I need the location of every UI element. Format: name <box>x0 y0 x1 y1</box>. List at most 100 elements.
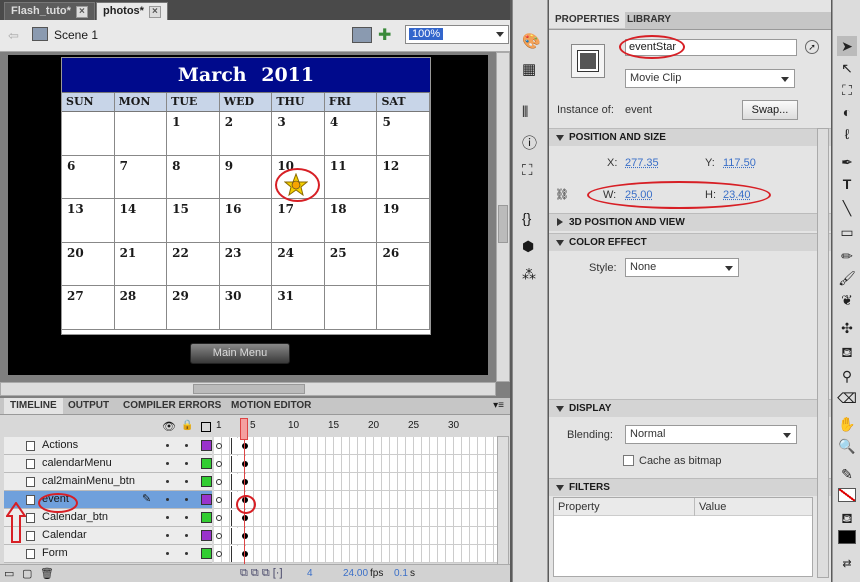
style-select[interactable]: None <box>625 258 739 277</box>
layer-row[interactable]: Calendar <box>4 527 212 545</box>
y-value[interactable]: 117.50 <box>723 157 756 169</box>
lock-dot[interactable] <box>185 498 188 501</box>
code-snippets-icon[interactable]: {} <box>522 210 540 228</box>
edit-symbol-icon[interactable]: ➚ <box>805 40 819 54</box>
zoom-select[interactable]: 100% <box>405 25 509 44</box>
tab-output[interactable]: OUTPUT <box>62 398 115 414</box>
layer-row[interactable]: calendarMenu <box>4 455 212 473</box>
frame-row[interactable] <box>214 509 498 527</box>
rectangle-tool-icon[interactable]: ▭ <box>837 222 857 242</box>
frame-row[interactable] <box>214 491 498 509</box>
deco-tool-icon[interactable]: ❦ <box>837 290 857 310</box>
eye-icon[interactable]: 👁 <box>162 420 176 433</box>
blank-keyframe[interactable] <box>216 515 222 521</box>
position-size-section[interactable]: POSITION AND SIZE <box>549 128 831 146</box>
3d-position-section[interactable]: 3D POSITION AND VIEW <box>549 213 831 231</box>
back-arrow-icon[interactable]: ⇦ <box>8 28 19 44</box>
tab-motion-editor[interactable]: MOTION EDITOR <box>225 398 317 414</box>
layer-color-box[interactable] <box>201 476 212 487</box>
close-icon[interactable]: × <box>75 6 88 18</box>
new-layer-icon[interactable]: ▭ <box>4 567 14 580</box>
layer-color-box[interactable] <box>201 530 212 541</box>
layer-color-box[interactable] <box>201 440 212 451</box>
visibility-dot[interactable] <box>166 516 169 519</box>
visibility-dot[interactable] <box>166 498 169 501</box>
visibility-dot[interactable] <box>166 534 169 537</box>
keyframe[interactable] <box>242 461 248 467</box>
layer-color-box[interactable] <box>201 494 212 505</box>
keyframe[interactable] <box>242 479 248 485</box>
new-folder-icon[interactable]: ▢ <box>22 567 32 580</box>
pen-tool-icon[interactable]: ✒ <box>837 152 857 172</box>
line-tool-icon[interactable]: ╲ <box>837 198 857 218</box>
fill-color-icon[interactable]: ⛾ <box>837 508 857 528</box>
info-icon[interactable]: ⓘ <box>522 132 540 152</box>
lasso-tool-icon[interactable]: ℓ <box>837 124 857 144</box>
frame-rate[interactable]: 24.00 <box>343 568 368 579</box>
keyframe[interactable] <box>242 533 248 539</box>
vertical-scrollbar[interactable] <box>496 52 510 382</box>
swap-button[interactable]: Swap... <box>742 100 798 120</box>
delete-icon[interactable]: 🗑 <box>40 567 54 580</box>
eraser-tool-icon[interactable]: ⌫ <box>837 388 857 408</box>
3d-rotation-tool-icon[interactable]: ◐ <box>837 102 857 122</box>
layer-row[interactable]: event ✎ <box>4 491 212 509</box>
align-icon[interactable]: ⫴ <box>522 104 540 122</box>
layer-row[interactable]: Calendar_btn <box>4 509 212 527</box>
tab-compiler-errors[interactable]: COMPILER ERRORS <box>117 398 227 414</box>
swap-colors-icon[interactable]: ⇄ <box>837 554 857 574</box>
keyframe[interactable] <box>242 551 248 557</box>
layer-color-box[interactable] <box>201 458 212 469</box>
stroke-color-swatch[interactable] <box>838 488 856 502</box>
selection-tool-icon[interactable]: ➤ <box>837 36 857 56</box>
onion-skin-icon[interactable]: ⧉ ⧉ ⧉ [·] <box>240 567 283 580</box>
stroke-color-icon[interactable]: ✎ <box>837 464 857 484</box>
doc-tab-photos[interactable]: photos* × <box>96 2 168 20</box>
subselection-tool-icon[interactable]: ↖ <box>837 58 857 78</box>
pencil-tool-icon[interactable]: ✏ <box>837 246 857 266</box>
eyedropper-tool-icon[interactable]: ⚲ <box>837 366 857 386</box>
blank-keyframe[interactable] <box>216 443 222 449</box>
properties-scrollbar[interactable] <box>817 128 829 578</box>
cache-bitmap-checkbox[interactable] <box>623 455 634 466</box>
visibility-dot[interactable] <box>166 552 169 555</box>
layer-row[interactable]: cal2mainMenu_btn <box>4 473 212 491</box>
event-star-icon[interactable] <box>284 173 308 196</box>
free-transform-tool-icon[interactable]: ⛶ <box>837 80 857 100</box>
keyframe[interactable] <box>242 443 248 449</box>
close-icon[interactable]: × <box>148 6 161 18</box>
edit-scene-icon[interactable] <box>352 27 372 43</box>
blank-keyframe[interactable] <box>216 533 222 539</box>
frame-row[interactable] <box>214 437 498 455</box>
tab-properties[interactable]: PROPERTIES <box>549 12 626 28</box>
lock-icon[interactable]: 🔒 <box>181 420 193 431</box>
layer-color-box[interactable] <box>201 548 212 559</box>
frame-row[interactable] <box>214 545 498 563</box>
frame-row[interactable] <box>214 455 498 473</box>
frame-row[interactable] <box>214 527 498 545</box>
scroll-thumb[interactable] <box>498 205 508 243</box>
components-icon[interactable]: ⬢ <box>522 238 540 256</box>
bone-tool-icon[interactable]: ✣ <box>837 318 857 338</box>
hand-tool-icon[interactable]: ✋ <box>837 414 857 434</box>
lock-dot[interactable] <box>185 552 188 555</box>
display-section[interactable]: DISPLAY <box>549 399 831 417</box>
tab-library[interactable]: LIBRARY <box>621 12 677 28</box>
layer-row[interactable]: Form <box>4 545 212 563</box>
lock-dot[interactable] <box>185 480 188 483</box>
timeline-scrollbar[interactable] <box>497 436 509 566</box>
visibility-dot[interactable] <box>166 480 169 483</box>
blank-keyframe[interactable] <box>216 497 222 503</box>
current-frame[interactable]: 4 <box>307 568 313 579</box>
lock-dot[interactable] <box>185 516 188 519</box>
edit-symbols-icon[interactable]: ✚ <box>378 25 400 45</box>
playhead[interactable] <box>240 418 248 440</box>
zoom-tool-icon[interactable]: 🔍 <box>837 436 857 456</box>
motion-presets-icon[interactable]: ⁂ <box>522 266 540 284</box>
keyframe[interactable] <box>242 515 248 521</box>
transform-icon[interactable]: ⛶ <box>522 162 540 180</box>
horizontal-scrollbar[interactable] <box>0 382 496 396</box>
tab-timeline[interactable]: TIMELINE <box>4 398 63 414</box>
brush-tool-icon[interactable]: 🖌 <box>837 268 857 288</box>
lock-dot[interactable] <box>185 444 188 447</box>
